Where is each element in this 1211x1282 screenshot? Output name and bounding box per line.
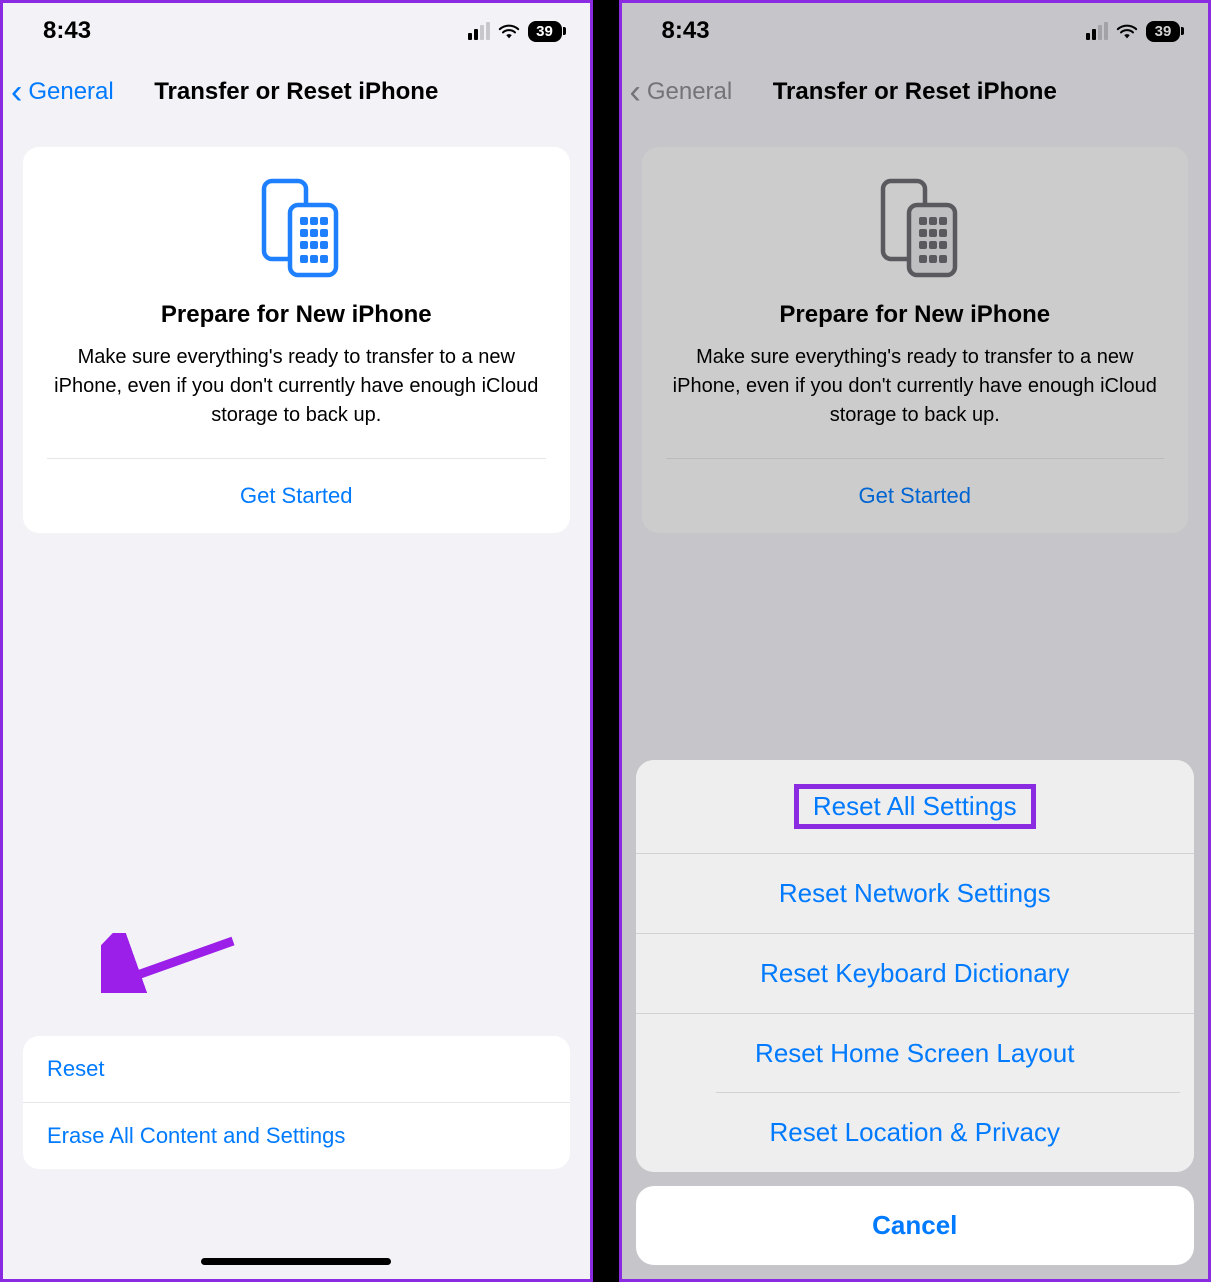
screenshot-divider [593,0,619,1282]
prepare-card: Prepare for New iPhone Make sure everyth… [642,147,1189,533]
get-started-button[interactable]: Get Started [666,459,1165,533]
page-title: Transfer or Reset iPhone [773,78,1057,106]
status-indicators: 39 [468,21,562,42]
status-time: 8:43 [43,17,91,45]
reset-network-settings-option[interactable]: Reset Network Settings [636,854,1195,934]
card-title: Prepare for New iPhone [47,301,546,329]
get-started-button[interactable]: Get Started [47,459,546,533]
cellular-icon [468,22,490,40]
wifi-icon [498,22,520,40]
back-button[interactable]: General [28,78,113,106]
highlight-annotation: Reset All Settings [794,784,1036,829]
action-sheet-group: Reset All Settings Reset Network Setting… [636,760,1195,1172]
screenshot-left: 8:43 39 ‹ General Transfer or Reset iPho… [0,0,593,1282]
chevron-left-icon[interactable]: ‹ [630,75,641,109]
card-description: Make sure everything's ready to transfer… [666,343,1165,430]
home-indicator[interactable] [201,1258,391,1265]
reset-all-settings-option[interactable]: Reset All Settings [636,760,1195,854]
screenshot-right: 8:43 39 ‹ General Transfer or Reset iPho… [619,0,1211,1282]
status-bar: 8:43 39 [622,3,1209,51]
card-description: Make sure everything's ready to transfer… [47,343,546,430]
status-time: 8:43 [662,17,710,45]
transfer-devices-icon [867,177,963,281]
cellular-icon [1086,22,1108,40]
bottom-options: Reset Erase All Content and Settings [23,1036,570,1169]
transfer-devices-icon [248,177,344,281]
status-indicators: 39 [1086,21,1180,42]
reset-button[interactable]: Reset [23,1036,570,1103]
reset-keyboard-dictionary-option[interactable]: Reset Keyboard Dictionary [636,934,1195,1014]
wifi-icon [1116,22,1138,40]
page-title: Transfer or Reset iPhone [154,78,438,106]
reset-action-sheet: Reset All Settings Reset Network Setting… [636,760,1195,1265]
arrow-annotation-icon [101,933,241,993]
status-bar: 8:43 39 [3,3,590,51]
chevron-left-icon[interactable]: ‹ [11,75,22,109]
battery-icon: 39 [1146,21,1180,42]
prepare-card: Prepare for New iPhone Make sure everyth… [23,147,570,533]
back-button[interactable]: General [647,78,732,106]
reset-home-screen-option[interactable]: Reset Home Screen Layout [636,1014,1195,1093]
nav-header: ‹ General Transfer or Reset iPhone [3,51,590,127]
nav-header: ‹ General Transfer or Reset iPhone [622,51,1209,127]
cancel-button[interactable]: Cancel [636,1186,1195,1265]
card-title: Prepare for New iPhone [666,301,1165,329]
erase-all-button[interactable]: Erase All Content and Settings [23,1103,570,1169]
battery-icon: 39 [528,21,562,42]
reset-location-privacy-option[interactable]: Reset Location & Privacy [636,1093,1195,1172]
